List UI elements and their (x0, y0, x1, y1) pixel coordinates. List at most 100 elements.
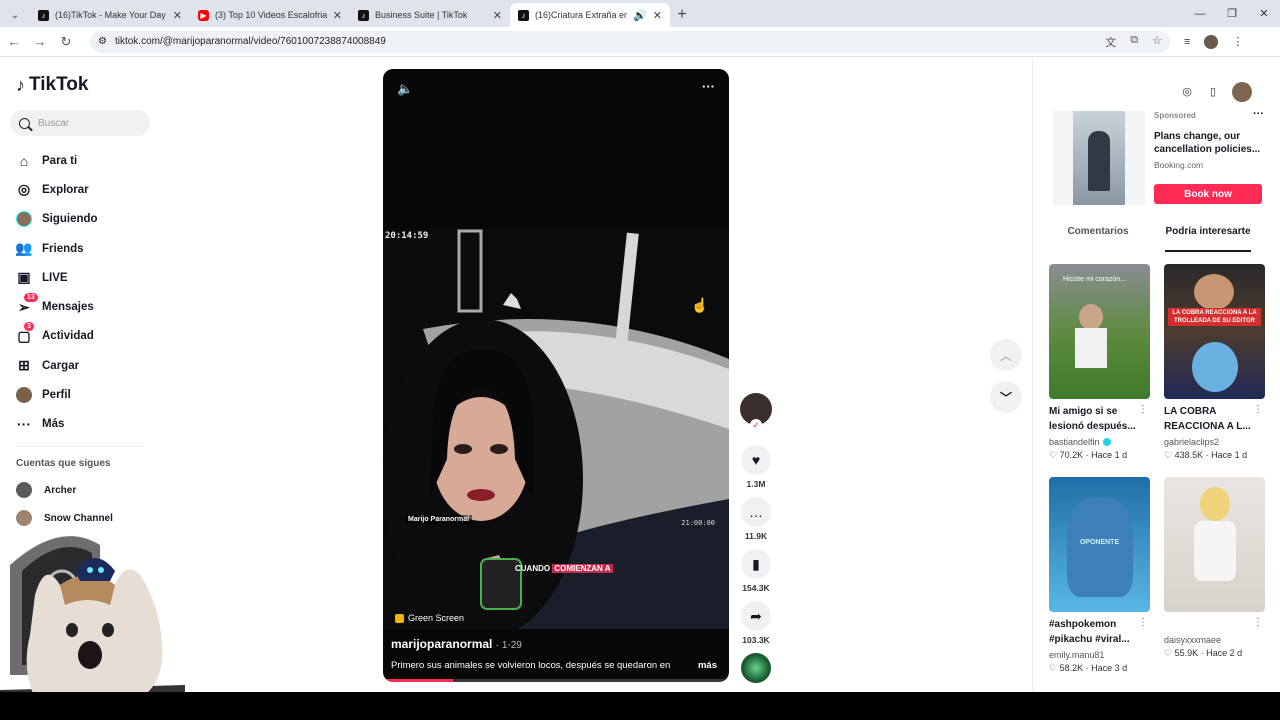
card-stats: ♡ 58.2K · Hace 3 d (1049, 663, 1128, 673)
forward-icon[interactable]: → (28, 34, 52, 49)
thumbnail-person-head (1194, 274, 1234, 310)
site-info-icon[interactable]: ⚙ (98, 36, 107, 47)
thumbnail-creature (1067, 497, 1133, 597)
browser-tab-active[interactable]: ♪ (16)Criatura Extraña en los 🔊 ✕ (510, 3, 670, 27)
following-account[interactable]: Archer (16, 482, 76, 498)
video-thumbnail: OPONENTE (1049, 477, 1150, 612)
next-video-button[interactable]: ﹀ (990, 381, 1022, 413)
nav-item-explorar[interactable]: ◎ Explorar (16, 175, 98, 204)
address-bar[interactable]: ⚙ tiktok.com/@marijoparanormal/video/760… (90, 30, 1170, 53)
nav-item-cargar[interactable]: ⊞ Cargar (16, 351, 98, 380)
ad-title[interactable]: Plans change, our cancellation policies.… (1154, 130, 1264, 156)
card-more-icon[interactable]: ⋮ (1253, 617, 1263, 628)
card-more-icon[interactable]: ⋮ (1138, 404, 1148, 415)
back-icon[interactable]: ← (2, 34, 26, 49)
thumbnail-person-head (1079, 304, 1103, 330)
nav-item-perfil[interactable]: Perfil (16, 380, 98, 409)
compass-icon[interactable]: ◎ (1180, 85, 1194, 99)
card-more-icon[interactable]: ⋮ (1253, 404, 1263, 415)
close-tab-icon[interactable]: ✕ (653, 9, 662, 22)
friends-icon: 👥 (15, 240, 33, 257)
tab-comentarios[interactable]: Comentarios (1067, 226, 1128, 248)
new-tab-button[interactable]: + (670, 3, 694, 27)
upload-icon: ⊞ (18, 357, 30, 374)
nav-item-siguiendo[interactable]: Siguiendo (16, 205, 98, 234)
video-watermark: Marijo Paranormal (405, 515, 473, 524)
video-author[interactable]: marijoparanormal · 1-29 (391, 637, 522, 651)
nav-item-live[interactable]: ▣ LIVE (16, 263, 98, 292)
card-author[interactable]: bastiandelfin (1049, 437, 1150, 447)
recommended-video-card[interactable]: ⋮ daisyxxxmaee ♡ 55.9K · Hace 2 d (1164, 477, 1265, 659)
card-author[interactable]: emily.manu81 (1049, 650, 1150, 660)
video-more-icon[interactable]: ··· (702, 79, 715, 94)
nav-label: Cargar (42, 359, 80, 372)
user-avatar[interactable] (1232, 82, 1252, 102)
install-icon[interactable]: ⧉ (1130, 34, 1138, 50)
nav-label: Mensajes (42, 301, 94, 314)
ad-thumbnail[interactable] (1053, 111, 1145, 205)
close-tab-icon[interactable]: ✕ (333, 9, 342, 22)
tab-search-icon[interactable]: ⌄ (0, 3, 30, 27)
share-button[interactable]: ➦ 103.3K (739, 601, 773, 645)
previous-video-button[interactable]: ︿ (990, 339, 1022, 371)
video-thumbnail: Hiciste mi corazón... (1049, 264, 1150, 399)
volume-icon[interactable]: 🔈 (397, 81, 413, 97)
nav-item-friends[interactable]: 👥 Friends (15, 234, 98, 263)
nav-item-actividad[interactable]: ▢ 3 Actividad (16, 322, 98, 351)
save-button[interactable]: ▮ 154.3K (739, 549, 773, 593)
activity-icon: ▢ 3 (16, 322, 34, 344)
caption-more-link[interactable]: más (698, 660, 717, 671)
browser-tab[interactable]: ▶ (3) Top 10 Videos Escalofriantes ✕ (190, 3, 350, 27)
ad-thumbnail-person (1088, 131, 1110, 191)
card-author-name: gabrielaclips2 (1164, 437, 1220, 447)
overlay-highlight: COMIENZAN A (552, 564, 613, 573)
nav-item-mas[interactable]: ··· Más (16, 410, 98, 439)
tab-podria-interesarte[interactable]: Podría interesarte (1165, 226, 1251, 252)
recommended-video-card[interactable]: LA COBRA REACCIONA A LA TROLLEADA DE SU … (1164, 264, 1265, 461)
green-screen-tag[interactable]: Green Screen (395, 613, 464, 623)
bookmark-star-icon[interactable]: ☆ (1152, 34, 1162, 50)
nav-label: LIVE (42, 271, 68, 284)
tiktok-logo[interactable]: ♪ TikTok (16, 74, 88, 96)
reading-list-icon[interactable]: ≡ (1184, 36, 1190, 48)
browser-menu-icon[interactable]: ⋮ (1232, 35, 1243, 48)
reload-icon[interactable]: ↻ (54, 34, 78, 50)
browser-tab[interactable]: ♪ (16)TikTok - Make Your Day ✕ (30, 3, 190, 27)
close-window-icon[interactable]: ✕ (1248, 0, 1280, 27)
recommended-video-card[interactable]: Hiciste mi corazón... ⋮ Mi amigo si se l… (1049, 264, 1150, 461)
recommended-video-card[interactable]: OPONENTE ⋮ #ashpokemon #pikachu #viral..… (1049, 477, 1150, 674)
tab-audio-icon[interactable]: 🔊 (633, 9, 647, 22)
following-account[interactable]: Snow Channel (16, 510, 113, 526)
card-author[interactable]: daisyxxxmaee (1164, 635, 1265, 645)
close-tab-icon[interactable]: ✕ (173, 9, 182, 22)
translate-icon[interactable]: 文 (1105, 34, 1116, 50)
bookmark-icon: ▮ (741, 549, 771, 579)
card-stats: ♡ 55.9K · Hace 2 d (1164, 648, 1243, 658)
nav-item-para-ti[interactable]: ⌂ Para ti (16, 146, 98, 175)
like-button[interactable]: ♥ 1.3M (739, 445, 773, 489)
tiktok-logo-icon: ♪ (16, 74, 25, 95)
youtube-favicon-icon: ▶ (198, 9, 209, 21)
music-disc[interactable] (739, 653, 773, 683)
close-tab-icon[interactable]: ✕ (493, 9, 502, 22)
video-player[interactable]: 20:14:59 🔈 ··· Marijo Paranormal 21:00:0… (383, 69, 729, 682)
phone-icon[interactable]: ▯ (1206, 85, 1220, 99)
nav-item-mensajes[interactable]: ➢ 13 Mensajes (16, 292, 98, 321)
creator-avatar[interactable]: ✓ (739, 393, 773, 431)
browser-tab[interactable]: ♪ Business Suite | TikTok ✕ (350, 3, 510, 27)
green-screen-label: Green Screen (408, 613, 465, 623)
restore-icon[interactable]: ❐ (1216, 0, 1248, 27)
card-more-icon[interactable]: ⋮ (1138, 617, 1148, 628)
account-name: Snow Channel (44, 512, 113, 524)
ad-more-icon[interactable]: ··· (1253, 108, 1264, 120)
minimize-icon[interactable]: — (1184, 0, 1216, 27)
comment-button[interactable]: … 11.9K (739, 497, 773, 541)
follow-check-icon[interactable]: ✓ (750, 419, 762, 431)
heart-icon: ♥ (741, 445, 771, 475)
profile-avatar-icon[interactable] (1204, 34, 1219, 49)
book-now-button[interactable]: Book now (1154, 184, 1262, 204)
card-author[interactable]: gabrielaclips2 (1164, 437, 1265, 447)
search-input[interactable]: Buscar (10, 110, 150, 136)
video-progress-bar[interactable] (383, 679, 729, 682)
nav-label: Actividad (42, 330, 94, 343)
